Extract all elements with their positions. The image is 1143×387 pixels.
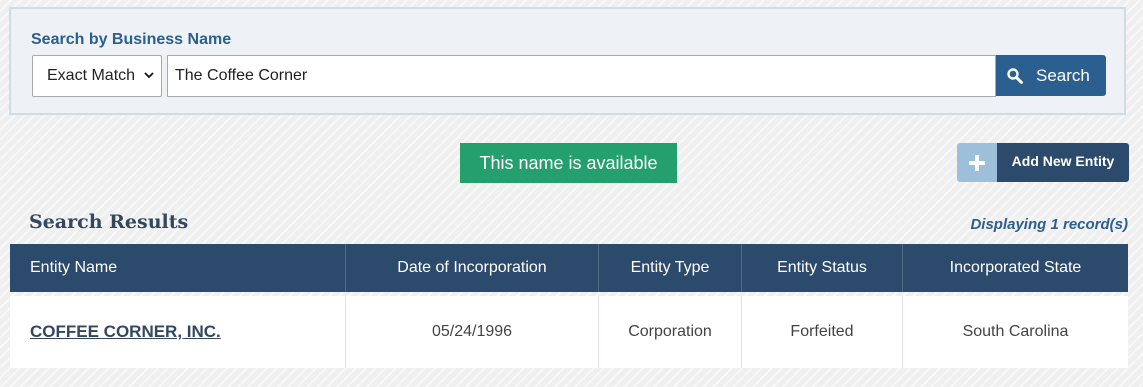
column-header-incorporated-state[interactable]: Incorporated State [903,244,1128,292]
add-new-entity-label: Add New Entity [997,143,1129,182]
cell-entity-type: Corporation [599,296,742,368]
business-name-value: The Coffee Corner [175,67,308,84]
search-button-label: Search [1036,65,1090,85]
cell-entity-name: COFFEE CORNER, INC. [10,296,346,368]
results-count: Displaying 1 record(s) [970,216,1128,233]
availability-message: This name is available [479,152,658,173]
table-header: Entity Name Date of Incorporation Entity… [10,244,1128,292]
cell-entity-status: Forfeited [742,296,903,368]
entity-name-link[interactable]: COFFEE CORNER, INC. [30,322,221,342]
plus-icon [957,143,997,182]
column-header-entity-status[interactable]: Entity Status [742,244,903,292]
cell-incorporated-state: South Carolina [962,323,1069,340]
table-row: COFFEE CORNER, INC. 05/24/1996 Corporati… [10,296,1128,368]
results-title: Search Results [29,211,189,233]
search-button[interactable]: Search [996,55,1106,96]
column-header-entity-name[interactable]: Entity Name [10,244,346,292]
match-type-value: Exact Match [47,67,136,84]
column-header-entity-type[interactable]: Entity Type [599,244,742,292]
availability-banner: This name is available [460,143,677,183]
search-icon [1006,67,1024,85]
business-name-input[interactable]: The Coffee Corner [167,55,996,97]
results-table: Entity Name Date of Incorporation Entity… [10,244,1128,368]
search-label: Search by Business Name [31,31,232,48]
column-header-date-of-incorporation[interactable]: Date of Incorporation [346,244,599,292]
add-new-entity-button[interactable]: Add New Entity [957,143,1129,182]
search-panel: Search by Business Name Exact Match The … [9,7,1126,115]
chevron-down-icon [143,69,155,84]
match-type-select[interactable]: Exact Match [32,55,162,97]
cell-date-of-incorporation: 05/24/1996 [346,296,599,368]
